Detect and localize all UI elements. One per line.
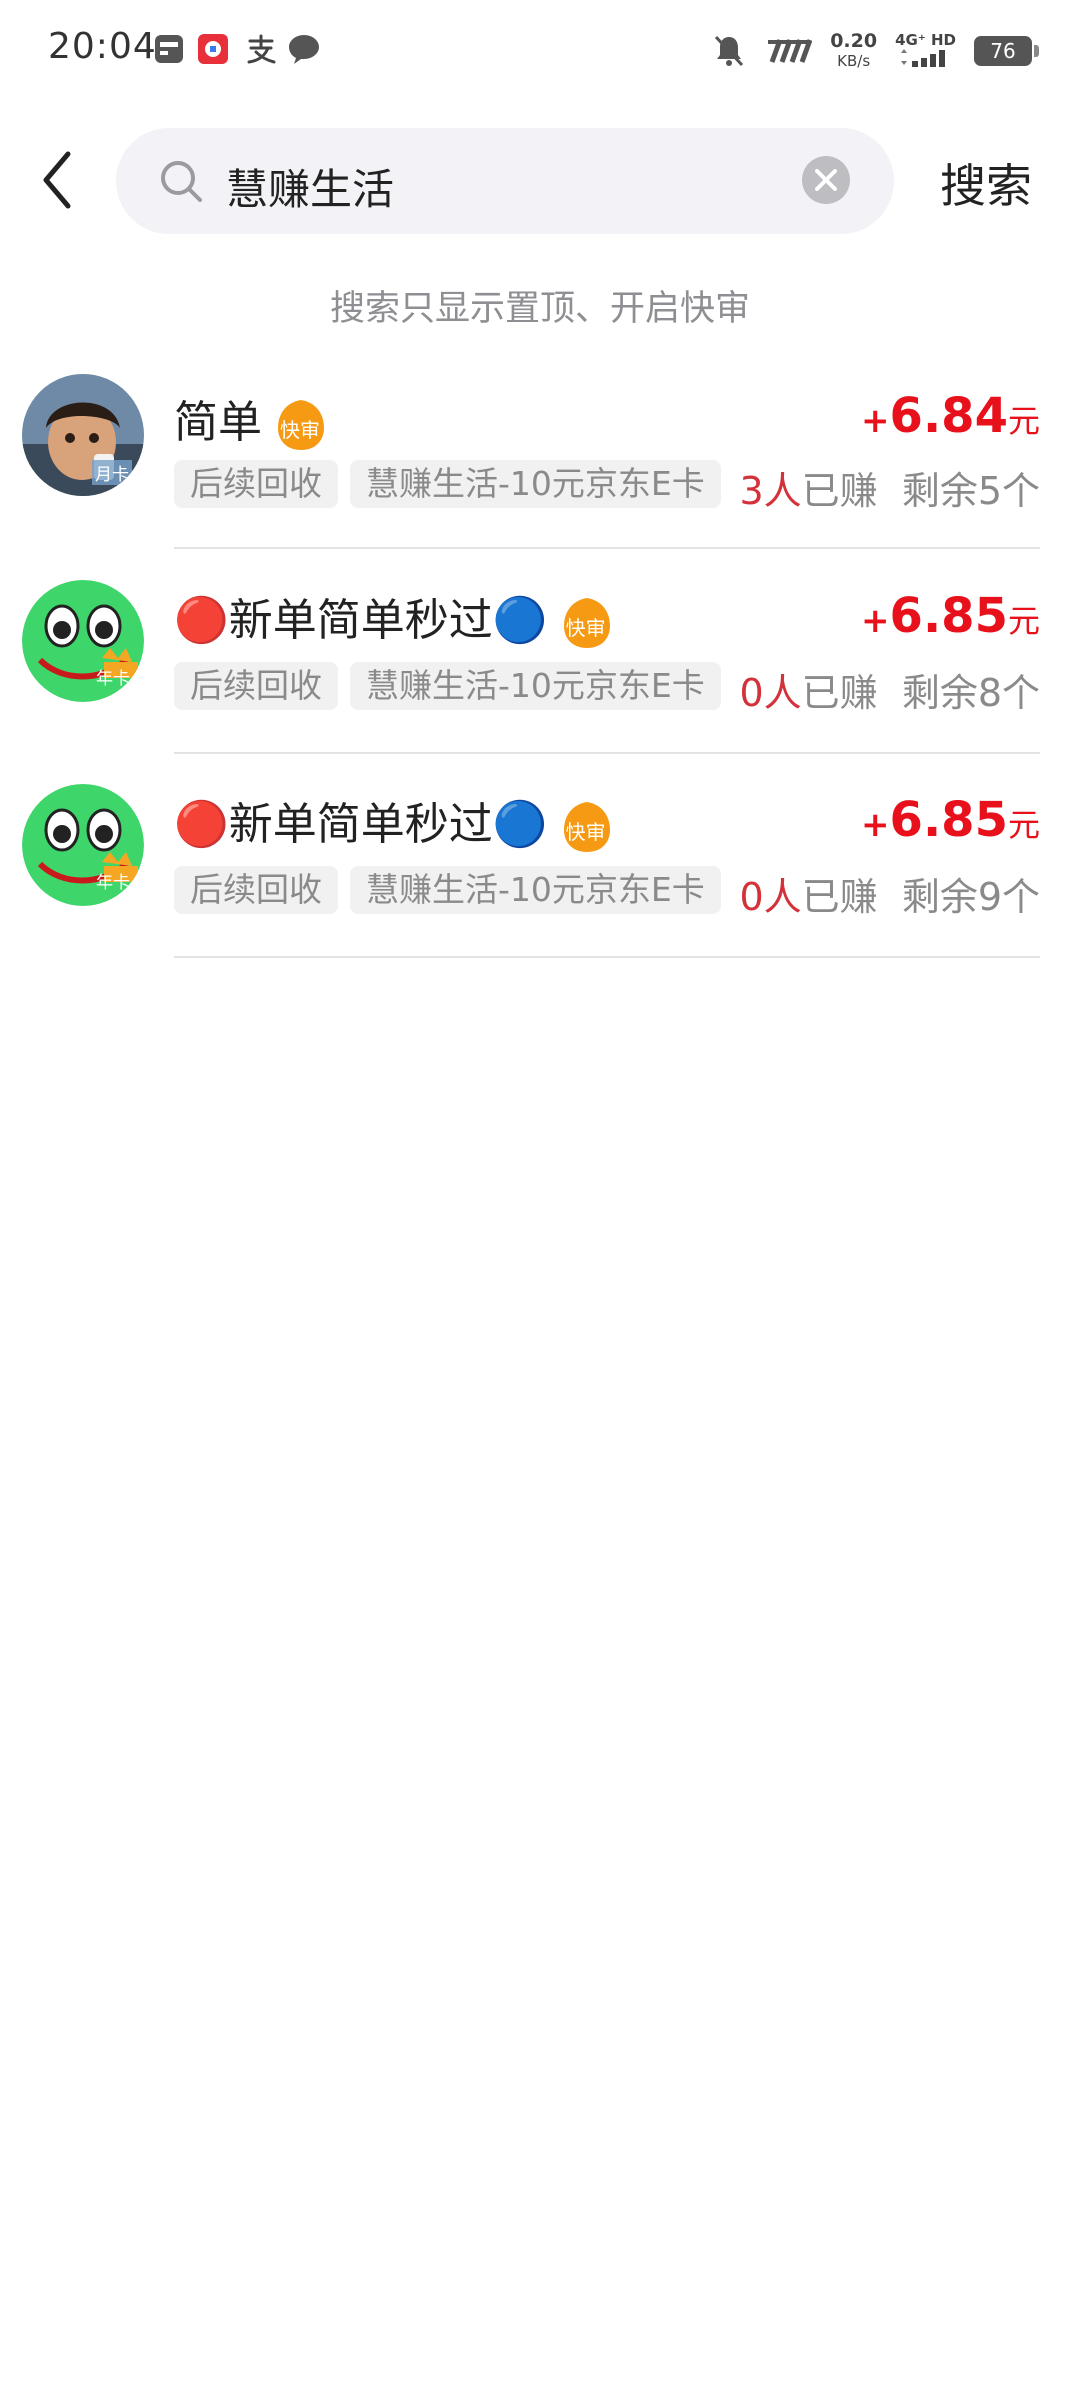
item-title-text: 🔴新单简单秒过🔵 (174, 595, 548, 646)
network-type: 4G⁺ HD (895, 31, 956, 71)
tag-recycle: 后续回收 (174, 460, 338, 508)
network-speed: 0.20 KB/s (830, 30, 878, 70)
nfc-icon (768, 39, 813, 63)
back-button[interactable] (36, 148, 80, 212)
tag-recycle: 后续回收 (174, 866, 338, 914)
tag-product: 慧赚生活-10元京东E卡 (350, 866, 721, 914)
signal-icon (900, 49, 945, 67)
search-button[interactable]: 搜索 (940, 150, 1032, 216)
avatar: 年卡 (22, 784, 144, 906)
divider (174, 752, 1040, 754)
search-icon (161, 161, 202, 202)
battery-icon: 76 (974, 36, 1039, 66)
item-title-text: 🔴新单简单秒过🔵 (174, 799, 548, 850)
avatar-card-label: 月卡 (92, 460, 132, 485)
search-hint: 搜索只显示置顶、开启快审 (329, 289, 750, 329)
item-title-text: 简单 (174, 397, 262, 448)
item-title: 简单 快审 (174, 386, 326, 452)
fast-review-badge: 快审 (562, 800, 612, 854)
status-bar: 20:04 0.20 KB/s 4G⁺ HD 76 (0, 0, 1080, 100)
list-item[interactable]: 年卡 🔴新单简单秒过🔵 快审 +6.85元 后续回收 慧赚生活-10元京东E卡 … (0, 570, 1080, 775)
divider (174, 956, 1040, 958)
item-price: +6.85元 (861, 792, 1040, 848)
divider (174, 547, 1040, 549)
item-title: 🔴新单简单秒过🔵 快审 (174, 788, 612, 854)
list-item[interactable]: 年卡 🔴新单简单秒过🔵 快审 +6.85元 后续回收 慧赚生活-10元京东E卡 … (0, 774, 1080, 979)
item-title: 🔴新单简单秒过🔵 快审 (174, 584, 612, 650)
mute-icon (715, 35, 744, 67)
item-price: +6.85元 (861, 588, 1040, 644)
item-stats: 3人已赚 剩余5个 (739, 469, 1040, 513)
list-item[interactable]: 月卡 简单 快审 +6.84元 后续回收 慧赚生活-10元京东E卡 3人已赚 剩… (0, 368, 1080, 573)
fast-review-badge: 快审 (562, 596, 612, 650)
message-icon (289, 35, 319, 64)
app-icon (198, 34, 228, 64)
fast-review-badge: 快审 (276, 398, 326, 452)
status-right: 0.20 KB/s 4G⁺ HD 76 (712, 26, 1039, 76)
avatar: 月卡 (22, 374, 144, 496)
item-price: +6.84元 (861, 388, 1040, 444)
status-time: 20:04 (48, 26, 157, 67)
item-stats: 0人已赚 剩余9个 (739, 875, 1040, 919)
calendar-icon (155, 35, 183, 63)
avatar-card-label: 年卡 (96, 873, 130, 893)
tag-product: 慧赚生活-10元京东E卡 (350, 460, 721, 508)
search-query: 慧赚生活 (226, 165, 395, 214)
close-icon (815, 169, 837, 191)
search-input[interactable]: 慧赚生活 (116, 128, 894, 234)
tag-product: 慧赚生活-10元京东E卡 (350, 662, 721, 710)
avatar: 年卡 (22, 580, 144, 702)
alipay-icon (247, 34, 276, 64)
tag-recycle: 后续回收 (174, 662, 338, 710)
avatar-card-label: 年卡 (96, 669, 130, 689)
item-stats: 0人已赚 剩余8个 (739, 671, 1040, 715)
clear-button[interactable] (802, 156, 850, 204)
